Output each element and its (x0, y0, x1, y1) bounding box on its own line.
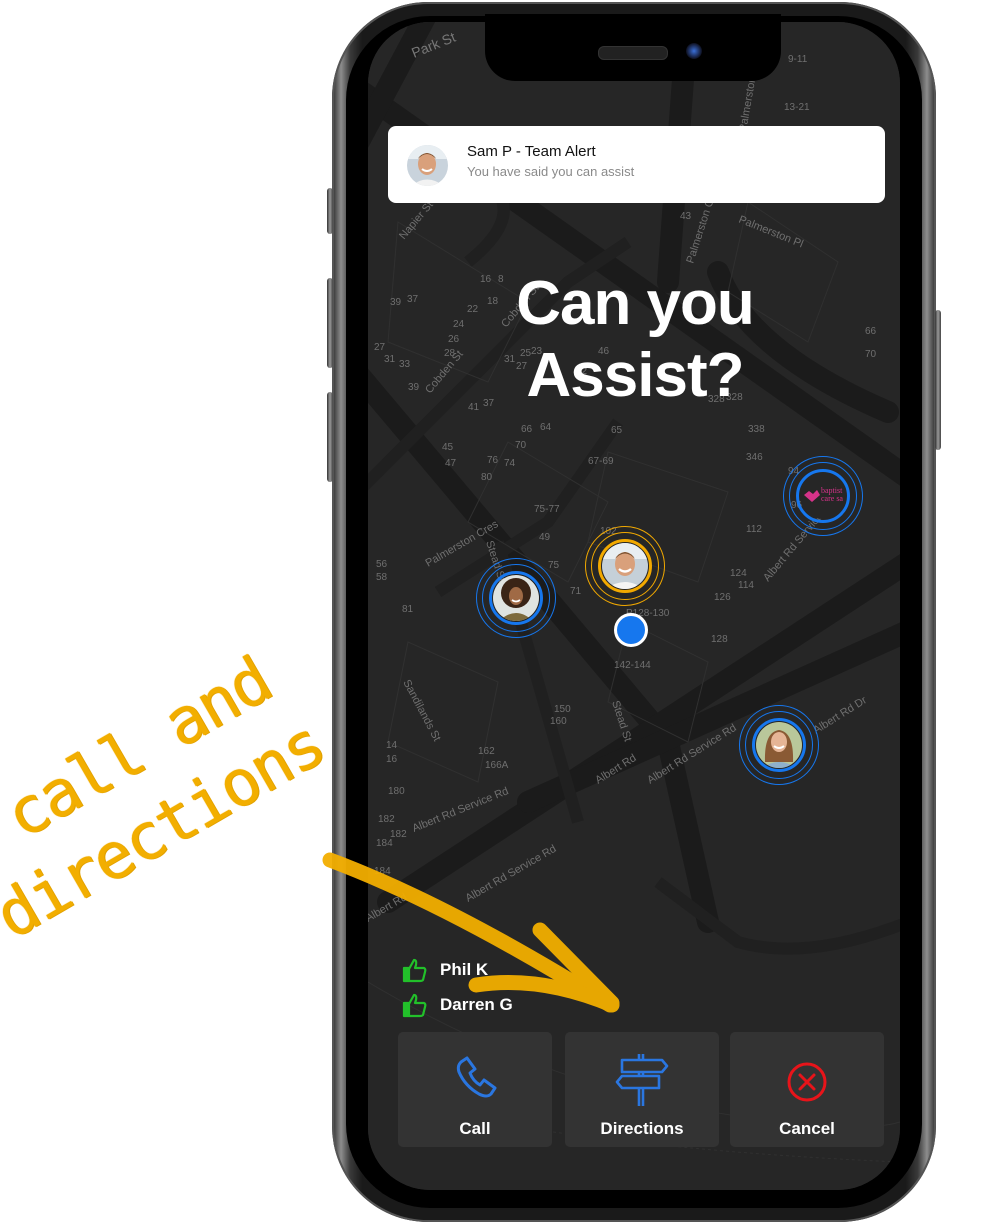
cancel-label: Cancel (779, 1119, 835, 1138)
svg-text:58: 58 (376, 572, 388, 583)
team-member-avatar (493, 575, 539, 621)
org-logo-line-2: care sa (821, 494, 843, 503)
svg-text:67-69: 67-69 (588, 456, 614, 467)
notification-title: Sam P - Team Alert (467, 143, 596, 160)
responder-item: Darren G (402, 987, 513, 1022)
mute-switch (327, 188, 333, 234)
svg-text:37: 37 (407, 294, 419, 305)
svg-text:162: 162 (478, 746, 495, 757)
svg-text:182: 182 (378, 814, 395, 825)
svg-text:27: 27 (374, 342, 386, 353)
org-logo: baptist care sa (800, 473, 846, 519)
map-marker-team-member-2[interactable] (739, 705, 819, 785)
svg-text:66: 66 (865, 326, 877, 337)
responder-name: Phil K (440, 959, 489, 979)
svg-text:166A: 166A (485, 760, 509, 771)
heading-line-1: Can you (516, 269, 755, 338)
svg-text:14: 14 (386, 740, 398, 751)
svg-text:65: 65 (611, 425, 623, 436)
power-button (935, 310, 941, 450)
svg-text:184: 184 (376, 838, 393, 849)
svg-text:160: 160 (550, 716, 567, 727)
svg-text:338: 338 (748, 424, 765, 435)
person-avatar-icon (407, 145, 448, 186)
thumbs-up-icon (402, 993, 427, 1017)
svg-text:64: 64 (540, 422, 552, 433)
svg-text:26: 26 (448, 334, 460, 345)
svg-text:128: 128 (711, 634, 728, 645)
team-alert-notification[interactable]: Sam P - Team Alert You have said you can… (388, 126, 885, 203)
earpiece-speaker (598, 46, 668, 60)
svg-text:39: 39 (408, 382, 420, 393)
annotation-line-1: call and (0, 643, 284, 854)
svg-text:56: 56 (376, 559, 388, 570)
svg-text:71: 71 (570, 586, 582, 597)
responder-item: Phil K (402, 952, 513, 987)
team-member-avatar (756, 722, 802, 768)
svg-text:74: 74 (504, 458, 516, 469)
svg-text:126: 126 (714, 592, 731, 603)
cancel-circle-icon (787, 1062, 827, 1102)
front-camera (686, 43, 702, 59)
call-label: Call (459, 1119, 491, 1138)
heading-line-2: Assist? (526, 341, 745, 410)
svg-text:70: 70 (515, 440, 527, 451)
svg-text:112: 112 (746, 524, 762, 535)
svg-text:13-21: 13-21 (784, 102, 810, 113)
svg-text:81: 81 (402, 604, 414, 615)
svg-text:39: 39 (390, 297, 402, 308)
thumbs-up-icon (402, 958, 427, 982)
svg-text:16: 16 (386, 754, 398, 765)
svg-text:47: 47 (445, 458, 457, 469)
person-avatar-icon (493, 575, 539, 621)
responders-list: Phil K Darren G (402, 952, 513, 1022)
cancel-button[interactable]: Cancel (730, 1032, 884, 1147)
svg-text:9-11: 9-11 (788, 54, 808, 65)
annotation-line-2: directions (0, 707, 337, 954)
svg-text:75-77: 75-77 (534, 504, 560, 515)
signpost-icon (615, 1054, 669, 1106)
sam-avatar (602, 543, 648, 589)
svg-text:43: 43 (680, 211, 692, 222)
my-location-dot (614, 613, 648, 647)
svg-text:31: 31 (384, 354, 396, 365)
svg-text:28: 28 (444, 348, 456, 359)
svg-text:346: 346 (746, 452, 763, 463)
svg-text:80: 80 (481, 472, 493, 483)
assist-prompt-heading: Can you Assist? (470, 268, 800, 412)
svg-text:150: 150 (554, 704, 571, 715)
svg-text:33: 33 (399, 359, 411, 370)
volume-up-button (327, 278, 333, 368)
sender-avatar (407, 145, 448, 186)
svg-text:49: 49 (539, 532, 551, 543)
map-marker-baptist-care[interactable]: baptist care sa (783, 456, 863, 536)
directions-button[interactable]: Directions (565, 1032, 719, 1147)
person-avatar-icon (756, 722, 802, 768)
svg-text:66: 66 (521, 424, 533, 435)
map-marker-sam[interactable] (585, 526, 665, 606)
svg-text:24: 24 (453, 319, 465, 330)
svg-text:114: 114 (738, 580, 754, 591)
svg-text:124: 124 (730, 568, 747, 579)
person-avatar-icon (602, 543, 648, 589)
svg-text:45: 45 (442, 442, 454, 453)
svg-text:142-144: 142-144 (614, 660, 651, 671)
volume-down-button (327, 392, 333, 482)
map-marker-team-member-1[interactable] (476, 558, 556, 638)
svg-text:180: 180 (388, 786, 405, 797)
call-button[interactable]: Call (398, 1032, 552, 1147)
notification-message: You have said you can assist (467, 164, 635, 179)
responder-name: Darren G (440, 994, 513, 1014)
action-bar: Call Directions Cancel (398, 1032, 884, 1147)
directions-label: Directions (600, 1119, 684, 1138)
svg-text:184: 184 (374, 866, 391, 877)
svg-text:70: 70 (865, 349, 877, 360)
phone-icon (456, 1056, 497, 1098)
svg-text:76: 76 (487, 455, 499, 466)
